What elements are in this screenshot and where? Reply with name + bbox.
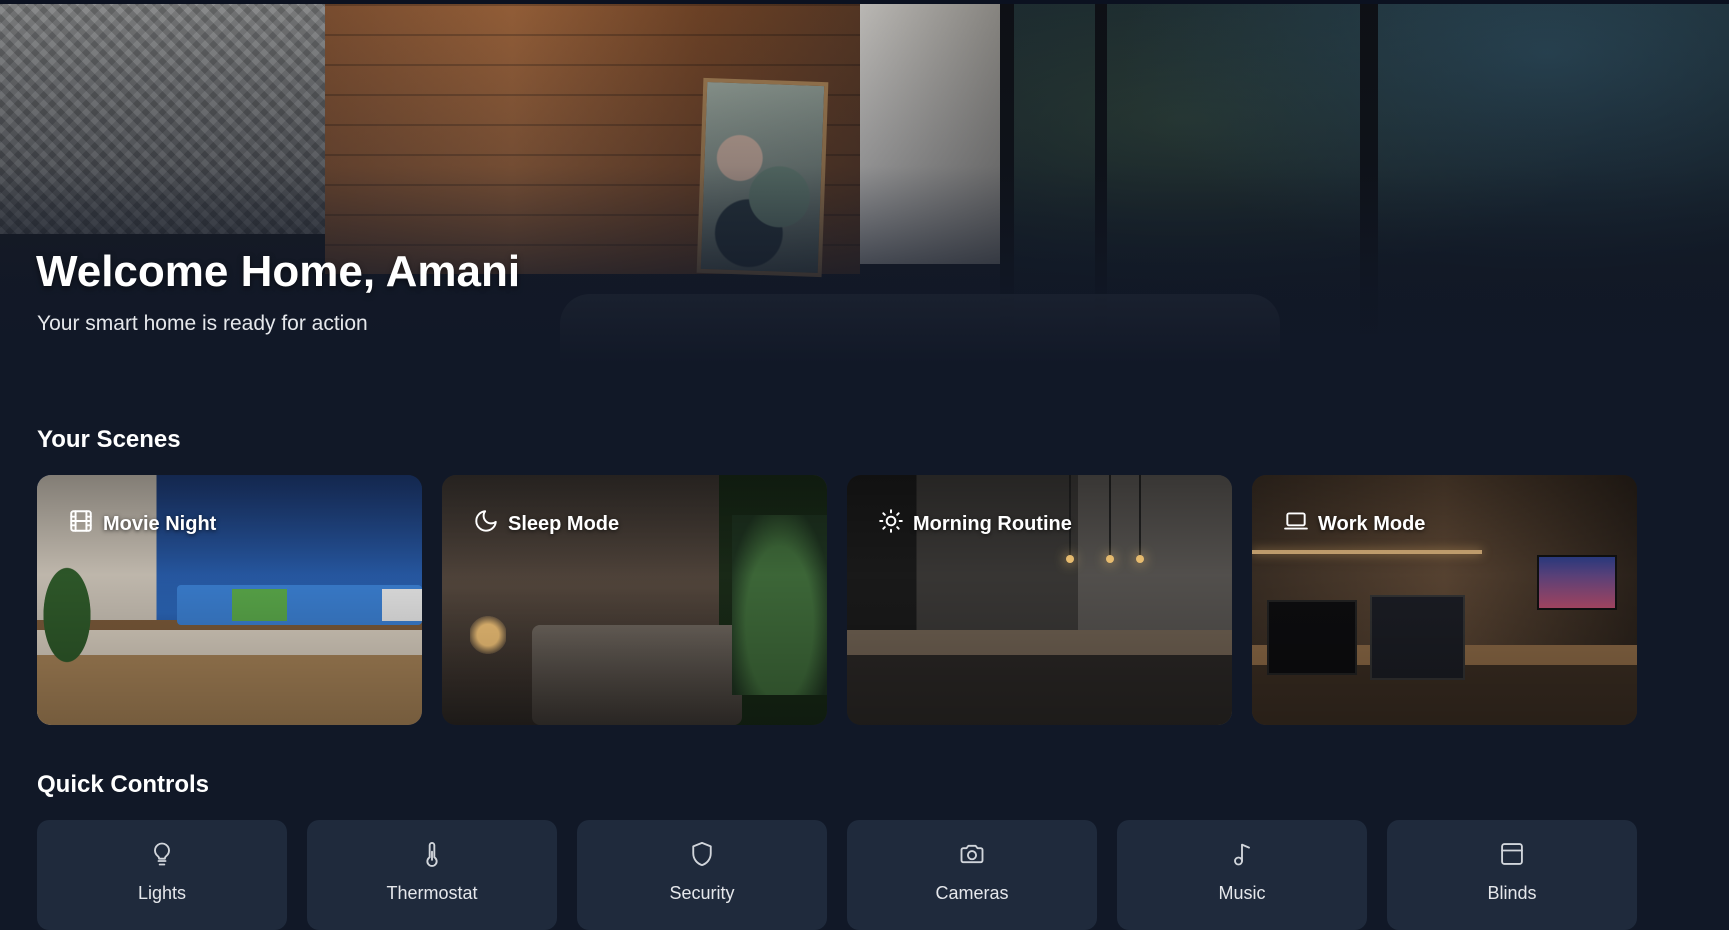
scene-label: Morning Routine	[913, 512, 1072, 535]
control-card-thermostat[interactable]: Thermostat	[307, 820, 557, 930]
music-note-icon	[1228, 840, 1256, 868]
control-label: Thermostat	[386, 883, 478, 903]
control-card-cameras[interactable]: Cameras	[847, 820, 1097, 930]
lightbulb-icon	[148, 840, 176, 868]
hero-banner	[0, 4, 1729, 364]
shield-icon	[688, 840, 716, 868]
control-label: Security	[669, 883, 735, 903]
control-label: Blinds	[1487, 883, 1537, 903]
control-label: Music	[1218, 883, 1266, 903]
scene-card-work-mode[interactable]: Work Mode	[1252, 475, 1637, 725]
moon-icon	[473, 508, 499, 540]
control-card-lights[interactable]: Lights	[37, 820, 287, 930]
sun-icon	[878, 508, 904, 540]
scene-card-movie-night[interactable]: Movie Night	[37, 475, 422, 725]
camera-icon	[958, 840, 986, 868]
laptop-icon	[1283, 508, 1309, 540]
scene-label: Sleep Mode	[508, 512, 620, 535]
thermometer-icon	[418, 840, 446, 868]
control-card-music[interactable]: Music	[1117, 820, 1367, 930]
welcome-subtitle: Your smart home is ready for action	[37, 312, 368, 335]
welcome-title: Welcome Home, Amani	[36, 247, 521, 296]
scene-label: Work Mode	[1318, 512, 1426, 535]
quick-controls-section-title: Quick Controls	[37, 771, 210, 798]
hero-gradient-overlay	[0, 4, 1729, 364]
control-card-blinds[interactable]: Blinds	[1387, 820, 1637, 930]
control-label: Cameras	[935, 883, 1009, 903]
film-icon	[68, 508, 94, 540]
control-card-security[interactable]: Security	[577, 820, 827, 930]
scene-card-sleep-mode[interactable]: Sleep Mode	[442, 475, 827, 725]
scene-label: Movie Night	[103, 512, 217, 535]
blinds-icon	[1498, 840, 1526, 868]
scene-card-morning-routine[interactable]: Morning Routine	[847, 475, 1232, 725]
control-label: Lights	[137, 883, 187, 903]
scenes-section-title: Your Scenes	[37, 426, 181, 453]
